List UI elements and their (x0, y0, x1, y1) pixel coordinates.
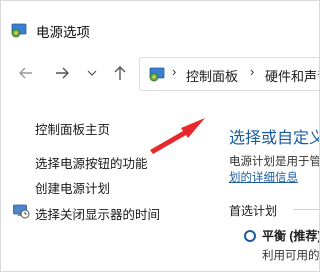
sidebar-item-power-button-function[interactable]: 选择电源按钮的功能 (35, 153, 148, 172)
sidebar-item-control-panel-home[interactable]: 控制面板主页 (35, 119, 110, 138)
section-divider (293, 209, 319, 210)
sidebar-item-create-power-plan[interactable]: 创建电源计划 (35, 178, 110, 197)
control-panel-icon (148, 65, 166, 83)
preferred-plans-label: 首选计划 (229, 204, 278, 218)
navigation-bar: › 控制面板 › 硬件和声音 (1, 53, 319, 93)
task-pane: 控制面板主页 选择电源按钮的功能 创建电源计划 选择关闭显示器的时间 (1, 101, 201, 271)
plan-radio-balanced[interactable] (244, 230, 256, 242)
chevron-down-icon[interactable] (85, 62, 99, 84)
page-heading: 选择或自定义电源计划 (229, 130, 319, 147)
page-description: 电源计划是用于管理计算机如何使用电源的 (229, 156, 320, 168)
breadcrumb-hardware-sound[interactable]: 硬件和声音 (265, 66, 319, 85)
plan-name-balanced[interactable]: 平衡 (推荐) (262, 227, 319, 244)
sidebar-item-display-off-time[interactable]: 选择关闭显示器的时间 (35, 204, 160, 223)
power-options-icon (10, 21, 28, 39)
control-panel-window: 电源选项 › 控制面板 › 硬件和声 控制面板主页 选择电源按钮的功能 创建电源… (0, 0, 320, 272)
breadcrumb-separator-icon: › (172, 64, 177, 79)
title-bar: 电源选项 (1, 1, 319, 47)
arrow-right-icon[interactable] (51, 62, 73, 84)
plan-details-link[interactable]: 划的详细信息 (229, 169, 298, 185)
main-content: 选择或自定义电源计划 电源计划是用于管理计算机如何使用电源的 划的详细信息 首选… (201, 101, 320, 271)
address-bar[interactable]: › 控制面板 › 硬件和声音 (139, 57, 319, 91)
breadcrumb-separator-icon: › (250, 64, 255, 79)
arrow-left-icon[interactable] (15, 62, 37, 84)
window-title: 电源选项 (36, 25, 90, 40)
arrow-up-icon[interactable] (109, 62, 131, 84)
display-off-icon (12, 202, 30, 220)
breadcrumb-control-panel[interactable]: 控制面板 (186, 66, 238, 85)
plan-description-balanced: 利用可用的硬件自动平衡功耗与性能 (262, 250, 320, 262)
